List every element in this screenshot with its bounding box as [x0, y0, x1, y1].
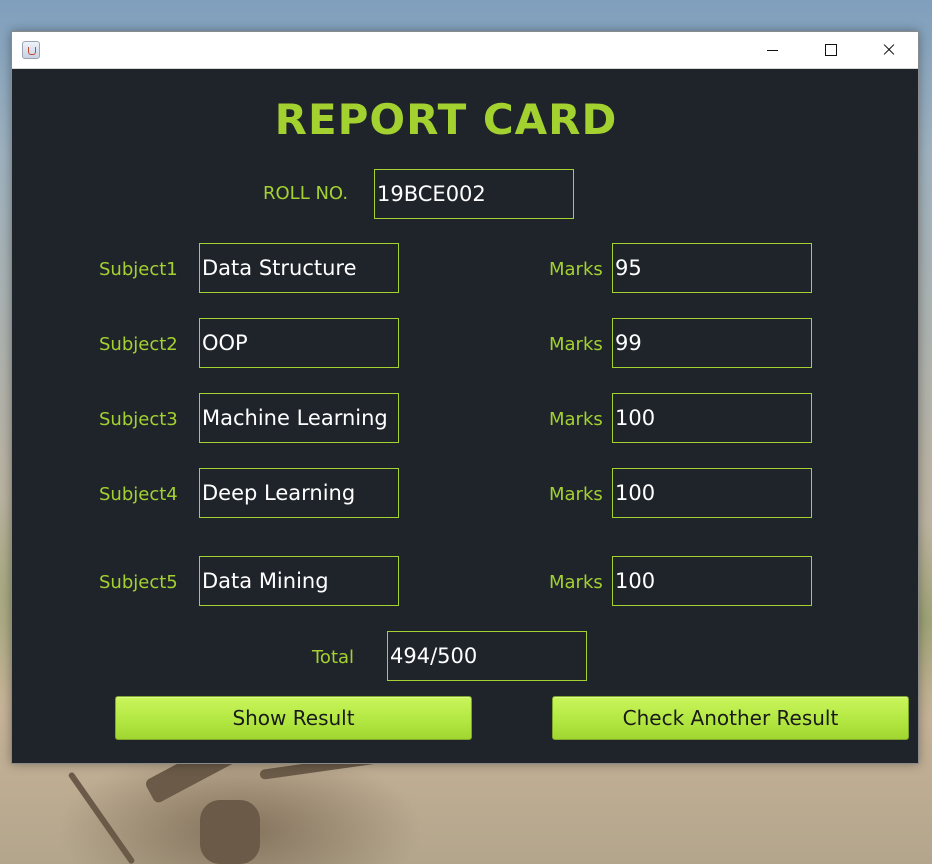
roll-no-field[interactable]: 19BCE002 — [374, 169, 574, 219]
marks1-label: Marks — [549, 259, 603, 280]
maximize-icon[interactable] — [802, 32, 860, 68]
report-card-window: REPORT CARD ROLL NO. 19BCE002 Subject1 D… — [11, 31, 919, 764]
total-field[interactable]: 494/500 — [387, 631, 587, 681]
marks2-label: Marks — [549, 334, 603, 355]
java-cup-icon — [22, 41, 40, 59]
marks5-field[interactable]: 100 — [612, 556, 812, 606]
marks4-label: Marks — [549, 484, 603, 505]
subject3-label: Subject3 — [99, 409, 178, 430]
show-result-button[interactable]: Show Result — [115, 696, 472, 740]
subject2-field[interactable]: OOP — [199, 318, 399, 368]
marks3-label: Marks — [549, 409, 603, 430]
roll-no-label: ROLL NO. — [263, 183, 349, 204]
marks3-field[interactable]: 100 — [612, 393, 812, 443]
minimize-icon[interactable] — [744, 32, 802, 68]
close-icon[interactable] — [860, 32, 918, 68]
subject5-label: Subject5 — [99, 572, 178, 593]
window-title-bar — [12, 32, 918, 69]
check-another-result-button[interactable]: Check Another Result — [552, 696, 909, 740]
marks2-field[interactable]: 99 — [612, 318, 812, 368]
marks5-label: Marks — [549, 572, 603, 593]
background-branch — [67, 771, 136, 864]
subject2-label: Subject2 — [99, 334, 178, 355]
marks1-field[interactable]: 95 — [612, 243, 812, 293]
total-label: Total — [312, 647, 355, 668]
marks4-field[interactable]: 100 — [612, 468, 812, 518]
subject4-label: Subject4 — [99, 484, 178, 505]
subject3-field[interactable]: Machine Learning — [199, 393, 399, 443]
subject1-label: Subject1 — [99, 259, 178, 280]
subject1-field[interactable]: Data Structure — [199, 243, 399, 293]
subject4-field[interactable]: Deep Learning — [199, 468, 399, 518]
background-branch — [200, 800, 260, 864]
subject5-field[interactable]: Data Mining — [199, 556, 399, 606]
page-title: REPORT CARD — [274, 95, 618, 144]
